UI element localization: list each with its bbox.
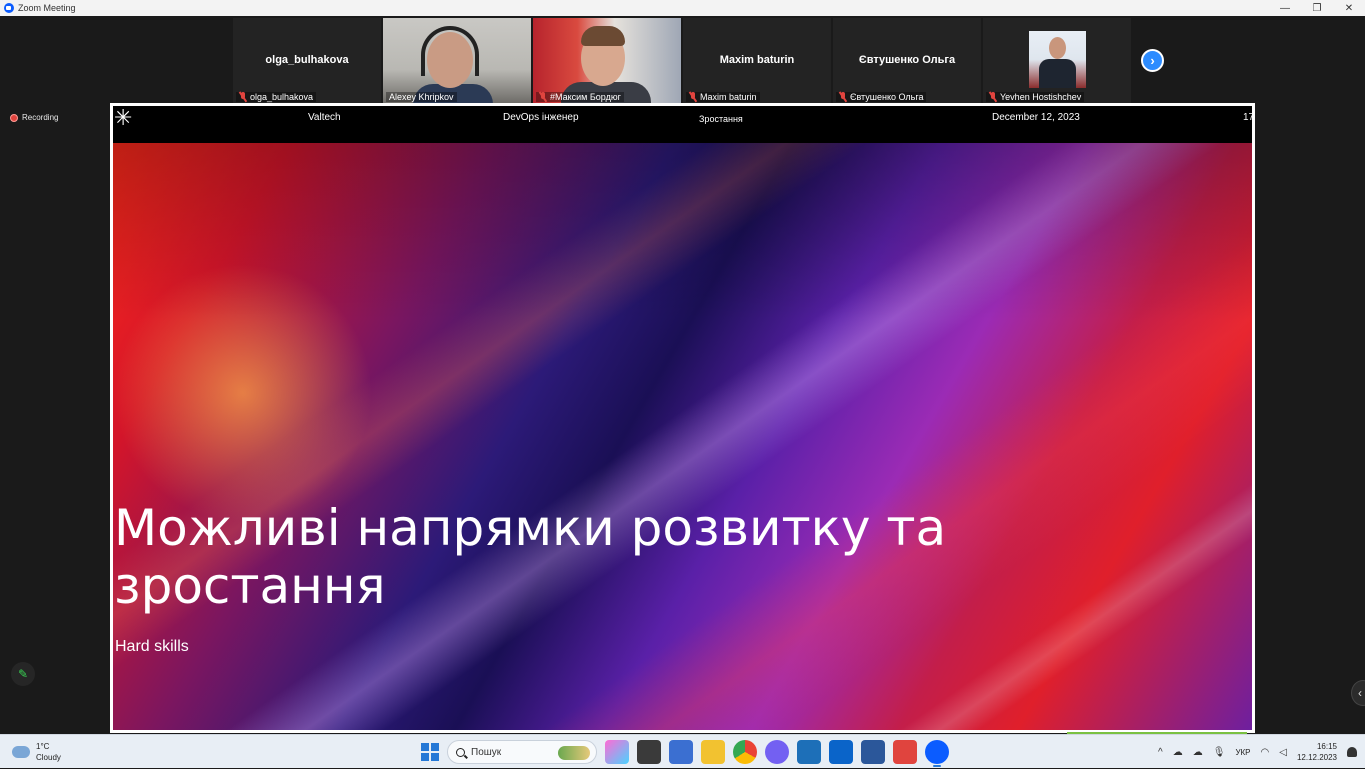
search-highlight-icon [558,746,590,760]
minimize-button[interactable]: — [1269,0,1301,16]
viber-icon[interactable] [765,740,789,764]
close-button[interactable]: ✕ [1333,0,1365,16]
window-title: Zoom Meeting [18,3,76,13]
mic-muted-icon [689,92,697,102]
participant-label: Alexey Khripkov [386,92,457,102]
slide-title-line: Можливі напрямки розвитку та [114,499,947,557]
file-explorer-icon[interactable] [701,740,725,764]
record-dot-icon [10,113,18,122]
participant-tile[interactable]: Yevhen Hostishchev [983,18,1131,104]
participant-label: olga_bulhakova [236,92,317,102]
language-indicator[interactable]: УКР [1235,748,1250,757]
slide-role: DevOps інженер [503,112,579,123]
participant-display-name: Maxim baturin [719,54,795,66]
participant-label: Maxim baturin [686,92,760,102]
valtech-asterisk-icon: ✳ [114,105,133,130]
slide-title-line: зростання [114,557,386,615]
participant-display-name: Євтушенко Ольга [858,54,956,66]
participant-tile[interactable]: Maxim baturin Maxim baturin [683,18,831,104]
mic-muted-icon [839,92,847,102]
window-controls: — ❐ ✕ [1269,0,1365,16]
microphone-icon[interactable]: 🎙 [1213,747,1226,758]
chevron-up-icon[interactable]: ^ [1158,747,1163,758]
task-view-icon[interactable] [637,740,661,764]
search-icon [456,747,465,757]
slide-company: Valtech [308,112,341,123]
recording-label: Recording [22,113,59,122]
participant-display-name: olga_bulhakova [265,54,349,66]
participant-tile[interactable]: Євтушенко Ольга Євтушенко Ольга [833,18,981,104]
participant-avatar [1029,31,1086,88]
participant-tile-active-speaker[interactable]: Alexey Khripkov [383,18,531,104]
cloud-sync-icon[interactable]: ☁ [1193,747,1203,758]
cloud-icon [12,746,30,758]
weather-condition: Cloudy [36,753,61,762]
slide-background: Можливі напрямки розвитку та зростання H… [113,143,1252,730]
meeting-area: olga_bulhakova olga_bulhakova Alexey Khr… [0,16,1365,735]
pencil-icon: ✎ [17,667,29,681]
slide-section: Зростання [699,114,743,124]
collapse-panel-button[interactable]: ‹ [1351,680,1365,706]
taskbar-apps: Пошук [421,739,949,767]
participant-name: olga_bulhakova [250,92,314,102]
windows-taskbar: 1°C Cloudy Пошук ^ ☁ ☁ 🎙 УКР ◠ ◁ 16:15 1… [0,734,1365,768]
participant-label: Yevhen Hostishchev [986,92,1085,102]
mic-muted-icon [239,92,247,102]
next-page-button[interactable]: › [1141,49,1164,72]
clock-date: 12.12.2023 [1296,753,1337,762]
calculator-icon[interactable] [797,740,821,764]
participant-name: Maxim baturin [700,92,757,102]
participant-name: Yevhen Hostishchev [1000,92,1082,102]
maximize-button[interactable]: ❐ [1301,0,1333,16]
system-tray: ^ ☁ ☁ 🎙 УКР ◠ ◁ 16:15 12.12.2023 [1158,735,1365,769]
search-placeholder: Пошук [471,746,502,758]
slide-title: Можливі напрямки розвитку та зростання [114,499,1014,615]
recording-indicator[interactable]: Recording [10,113,58,122]
word-icon[interactable] [861,740,885,764]
mic-muted-icon [539,92,547,102]
headset-icon [421,26,479,76]
notification-bell-icon[interactable] [1347,747,1357,757]
outlook-icon[interactable] [829,740,853,764]
taskbar-search[interactable]: Пошук [447,740,597,764]
copilot-icon[interactable] [605,740,629,764]
zoom-taskbar-icon[interactable] [925,740,949,767]
snipping-tool-icon[interactable] [893,740,917,764]
windows-start-icon[interactable] [421,743,439,761]
shared-screen: ✳ Valtech DevOps інженер Зростання Decem… [110,103,1255,733]
mic-muted-icon [989,92,997,102]
wifi-icon[interactable]: ◠ [1261,747,1270,758]
participant-tile[interactable]: olga_bulhakova olga_bulhakova [233,18,381,104]
slide-date: December 12, 2023 [992,112,1080,123]
participant-label: #Максим Бордюг [536,92,624,102]
participant-label: Євтушенко Ольга [836,92,927,102]
participant-tile[interactable]: #Максим Бордюг [533,18,681,104]
slide-header: ✳ Valtech DevOps інженер Зростання Decem… [113,106,1252,143]
chrome-icon[interactable] [733,740,757,764]
chevron-right-icon: › [1150,53,1155,68]
participant-name: #Максим Бордюг [550,92,621,102]
onedrive-icon[interactable]: ☁ [1173,747,1183,758]
annotate-pencil-button[interactable]: ✎ [11,662,35,686]
participant-name: Alexey Khripkov [389,92,454,102]
clock-time: 16:15 [1316,742,1337,751]
window-titlebar: Zoom Meeting — ❐ ✕ [0,0,1365,16]
taskbar-clock[interactable]: 16:15 12.12.2023 [1297,741,1337,763]
weather-widget[interactable]: 1°C Cloudy [12,741,61,763]
chevron-left-icon: ‹ [1358,686,1362,700]
zoom-app-icon [4,3,14,13]
participant-strip: olga_bulhakova olga_bulhakova Alexey Khr… [233,18,1133,104]
slide-page-number: 17 [1243,112,1255,123]
volume-icon[interactable]: ◁ [1279,747,1287,758]
slide-subtitle: Hard skills [115,638,189,655]
participant-name: Євтушенко Ольга [850,92,924,102]
weather-temp: 1°C [36,742,50,751]
store-icon[interactable] [669,740,693,764]
